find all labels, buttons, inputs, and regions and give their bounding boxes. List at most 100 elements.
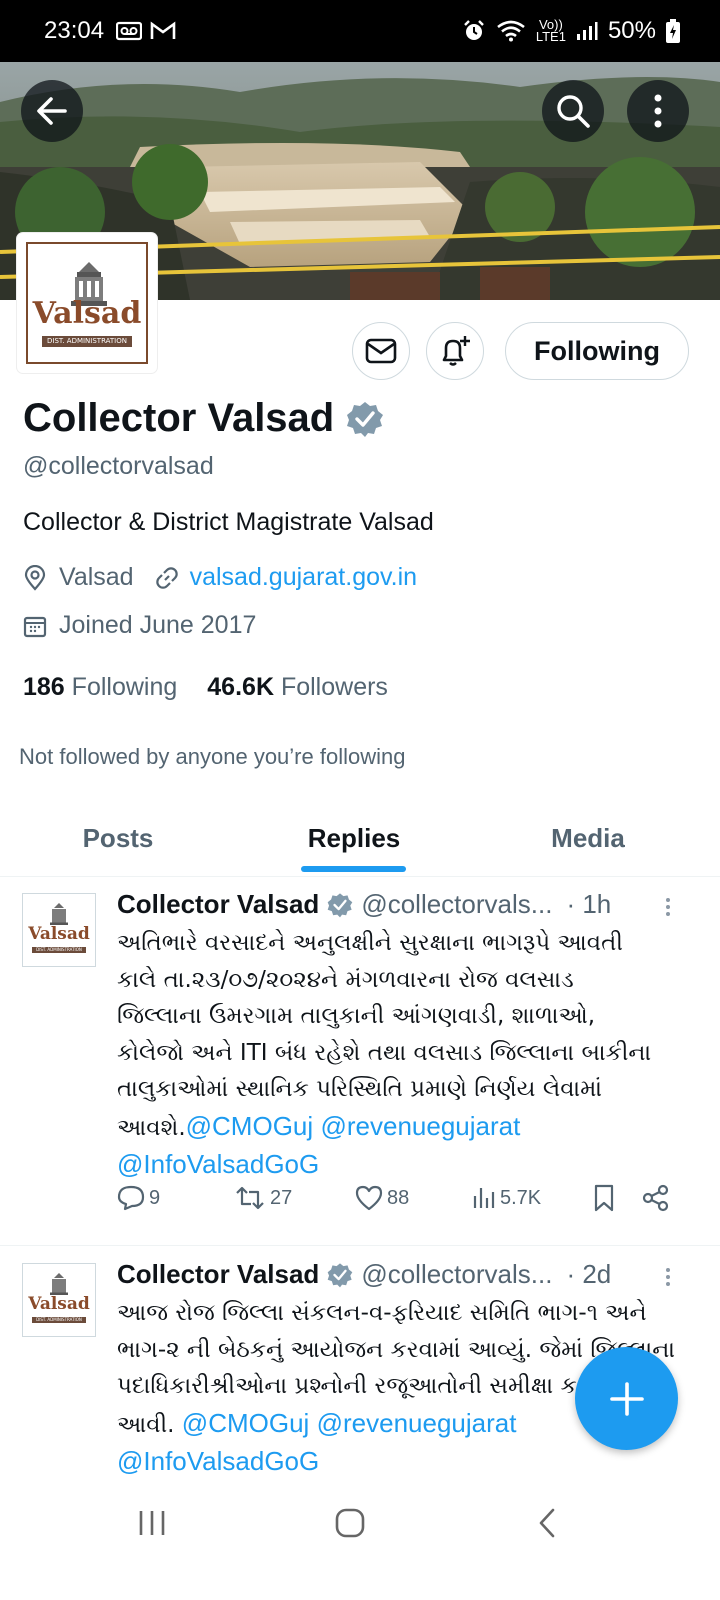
search-icon [557,95,590,128]
profile-handle: @collectorvalsad [23,452,214,480]
mention-link[interactable]: @CMOGuj [182,1408,310,1438]
monument-icon [50,1273,68,1295]
bell-plus-icon [442,336,470,366]
calendar-icon [23,616,47,637]
tweet-avatar-subtitle: DIST. ADMINISTRATION [31,1317,87,1323]
mention-link[interactable]: @CMOGuj [186,1111,314,1141]
recent-apps-icon[interactable] [137,1508,167,1538]
views-chart-icon [473,1188,495,1208]
tweet-line: કોલેજો અને ITI બંધ રહેશે તથા વલસાડ જિલ્લ… [117,1039,652,1066]
tweet-author-handle: @collectorvals... [361,1259,553,1289]
mention-link[interactable]: @revenuegujarat [320,1111,520,1141]
reply-button[interactable]: 9 [117,1185,160,1211]
tweet-more-icon[interactable] [666,1265,674,1289]
following-count-link[interactable]: 186 Following [23,673,177,702]
heart-icon [355,1185,383,1211]
tweet-avatar-subtitle: DIST. ADMINISTRATION [31,947,87,953]
lte-label: LTE1 [535,29,566,44]
network-type: Vo)) LTE1 [535,18,566,44]
followers-count: 46.6K [207,673,274,701]
more-options-button[interactable] [627,80,689,142]
profile-website-link[interactable]: valsad.gujarat.gov.in [190,563,417,592]
compose-post-button[interactable] [575,1347,678,1450]
reply-icon [117,1185,145,1211]
share-icon [642,1184,669,1212]
wifi-icon [497,20,525,42]
reply-count: 9 [149,1186,161,1209]
system-navigation-bar [0,1490,720,1600]
profile-name-row: Collector Valsad [23,396,384,441]
tweet-more-icon[interactable] [666,895,674,919]
followers-label: Followers [280,673,388,701]
tweet-author-name[interactable]: Collector Valsad [117,1259,319,1290]
back-button[interactable] [21,80,83,142]
repost-icon [236,1186,264,1210]
back-icon[interactable] [537,1507,557,1539]
tweet-text-end: આવશે. [117,1114,186,1141]
verified-badge-icon [327,892,353,917]
home-icon[interactable] [334,1507,366,1539]
tweet-line: અતિભારે વરસાદને અનુલક્ષીને સુરક્ષાના ભાગ… [117,930,623,956]
repost-count: 27 [270,1186,293,1209]
following-count: 186 [23,673,65,701]
follow-counts: 186 Following 46.6K Followers [23,673,388,702]
verified-badge-icon [327,1262,353,1287]
verified-badge-icon [347,401,384,437]
profile-joined: Joined June 2017 [59,611,257,639]
tweet-time: · 1h [566,889,612,919]
not-followed-text: Not followed by anyone you’re following [19,744,406,769]
logo-subtitle: DIST. ADMINISTRATION [42,336,132,347]
message-button[interactable] [352,322,410,380]
like-count: 88 [387,1186,410,1209]
active-tab-indicator [301,866,406,872]
more-vertical-icon [654,94,662,128]
tab-media[interactable]: Media [528,800,648,876]
mention-link[interactable]: @revenuegujarat [317,1408,517,1438]
tweet-header: Collector Valsad @collectorvals... · 1h [117,889,611,920]
voicemail-icon [116,21,143,41]
tweet-avatar[interactable]: Valsad DIST. ADMINISTRATION [22,1263,96,1337]
share-button[interactable] [642,1184,670,1212]
bookmark-icon [594,1184,614,1212]
following-button[interactable]: Following [505,322,689,380]
tweet-author-name[interactable]: Collector Valsad [117,889,319,920]
tab-replies[interactable]: Replies [290,800,418,876]
profile-joined-row: Joined June 2017 [23,611,256,640]
tweet-text-end: આવી. [117,1411,175,1438]
tweet-line: જિલ્લાના ઉમરગામ તાલુકાની આંગણવાડી, શાળાઓ… [117,1003,596,1029]
link-icon [155,566,178,589]
search-button[interactable] [542,80,604,142]
like-button[interactable]: 88 [355,1185,409,1211]
followers-count-link[interactable]: 46.6K Followers [207,673,388,702]
tweet-line: આજ રોજ જિલ્લા સંકલન-વ-ફરિયાદ સમિતિ ભાગ-૧… [117,1300,647,1326]
views-button[interactable]: 5.7K [472,1186,541,1210]
valsad-logo: Valsad DIST. ADMINISTRATION [26,242,148,364]
notifications-button[interactable] [426,322,484,380]
mention-link[interactable]: @InfoValsadGoG [117,1149,319,1179]
tweet-line: તાલુકાઓમાં સ્થાનિક પરિસ્થિતિ પ્રમાણે નિર… [117,1076,603,1102]
battery-charging-icon [666,19,680,43]
signal-icon [576,22,598,40]
profile-avatar[interactable]: Valsad DIST. ADMINISTRATION [17,233,157,373]
tweet-author-handle: @collectorvals... [361,889,553,919]
status-time: 23:04 [44,17,105,44]
tweet-line-mentions: આવશે.@CMOGuj @revenuegujarat [117,1108,687,1147]
profile-location: Valsad [59,563,134,591]
tweet-avatar[interactable]: Valsad DIST. ADMINISTRATION [22,893,96,967]
profile-meta-row: Valsad valsad.gujarat.gov.in [23,563,417,592]
back-arrow-icon [37,97,67,125]
tweet-text: અતિભારે વરસાદને અનુલક્ષીને સુરક્ષાના ભાગ… [117,925,687,1185]
logo-wordmark: Valsad [32,296,142,331]
following-label: Following [71,673,178,701]
tweet-divider [0,1245,720,1246]
mention-link[interactable]: @InfoValsadGoG [117,1446,319,1476]
bookmark-button[interactable] [593,1184,615,1212]
tweet-time: · 2d [566,1259,612,1289]
profile-name: Collector Valsad [23,396,335,440]
battery-percent: 50% [607,17,656,44]
tweet-avatar-wordmark: Valsad [28,1294,90,1314]
plus-icon [609,1381,644,1416]
tweet[interactable]: Valsad DIST. ADMINISTRATION Collector Va… [0,877,720,1245]
tab-posts[interactable]: Posts [58,800,178,876]
repost-button[interactable]: 27 [234,1186,292,1210]
